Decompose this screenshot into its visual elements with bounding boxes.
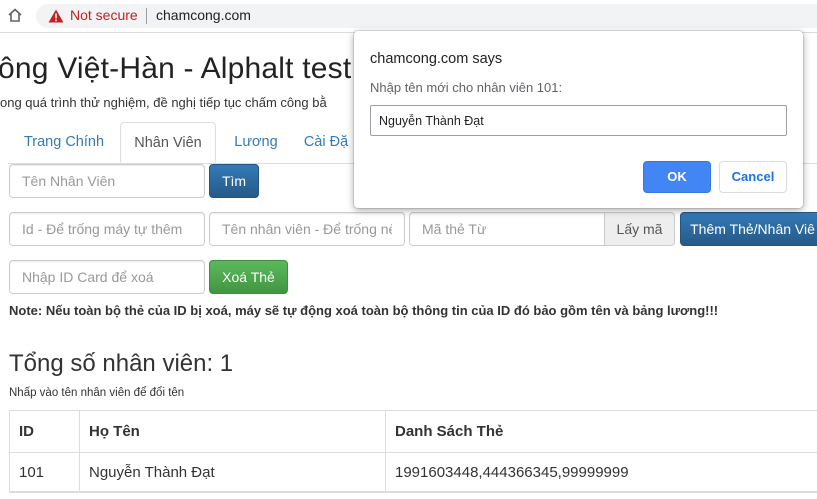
page-title: ông Việt-Hàn - Alphalt test: [0, 52, 352, 85]
prompt-dialog: chamcong.com says Nhập tên mới cho nhân …: [354, 31, 803, 208]
cancel-button[interactable]: Cancel: [719, 161, 787, 193]
home-icon[interactable]: [7, 7, 23, 23]
get-code-button[interactable]: Lấy mã: [605, 212, 675, 246]
url-text[interactable]: chamcong.com: [156, 7, 251, 23]
dialog-name-input[interactable]: [370, 105, 787, 136]
employee-table: ID Họ Tên Danh Sách Thẻ 101 Nguyễn Thành…: [9, 410, 817, 493]
warning-icon[interactable]: [48, 9, 64, 23]
search-button[interactable]: Tìm: [209, 164, 259, 198]
address-bar[interactable]: Not secure chamcong.com: [36, 4, 817, 28]
id-input[interactable]: [9, 212, 205, 246]
table-header-row: ID Họ Tên Danh Sách Thẻ: [9, 410, 817, 453]
page-subtitle: ong quá trình thử nghiệm, đề nghị tiếp t…: [0, 95, 327, 110]
address-separator: [146, 8, 147, 24]
tab-nhan-vien[interactable]: Nhân Viên: [120, 122, 216, 163]
delete-card-button[interactable]: Xoá Thẻ: [209, 260, 288, 294]
delete-note: Note: Nếu toàn bộ thẻ của ID bị xoá, máy…: [9, 303, 719, 318]
header-cards: Danh Sách Thẻ: [385, 410, 817, 453]
tab-luong[interactable]: Lương: [220, 122, 292, 162]
ok-button[interactable]: OK: [643, 161, 711, 193]
cell-name[interactable]: Nguyễn Thành Đạt: [79, 452, 386, 493]
table-row: 101 Nguyễn Thành Đạt 1991603448,44436634…: [9, 452, 817, 493]
cell-cards: 1991603448,444366345,99999999: [385, 452, 817, 493]
header-name: Họ Tên: [79, 410, 386, 453]
cell-id: 101: [9, 452, 80, 493]
employee-name-input[interactable]: [209, 212, 405, 246]
tab-trang-chinh[interactable]: Trang Chính: [8, 122, 120, 162]
browser-toolbar: Not secure chamcong.com: [0, 0, 817, 33]
search-name-input[interactable]: [9, 164, 205, 198]
add-card-button[interactable]: Thêm Thẻ/Nhân Viê: [680, 212, 817, 246]
security-label[interactable]: Not secure: [70, 7, 138, 23]
header-id: ID: [9, 410, 80, 453]
tab-cai-dat[interactable]: Cài Đặ: [296, 122, 356, 162]
delete-card-input[interactable]: [9, 260, 205, 294]
dialog-title: chamcong.com says: [370, 51, 503, 67]
employee-total: Tổng số nhân viên: 1: [9, 350, 234, 377]
card-code-input[interactable]: [409, 212, 605, 246]
dialog-message: Nhập tên mới cho nhân viên 101:: [370, 80, 563, 95]
rename-hint: Nhấp vào tên nhân viên để đổi tên: [9, 387, 185, 399]
